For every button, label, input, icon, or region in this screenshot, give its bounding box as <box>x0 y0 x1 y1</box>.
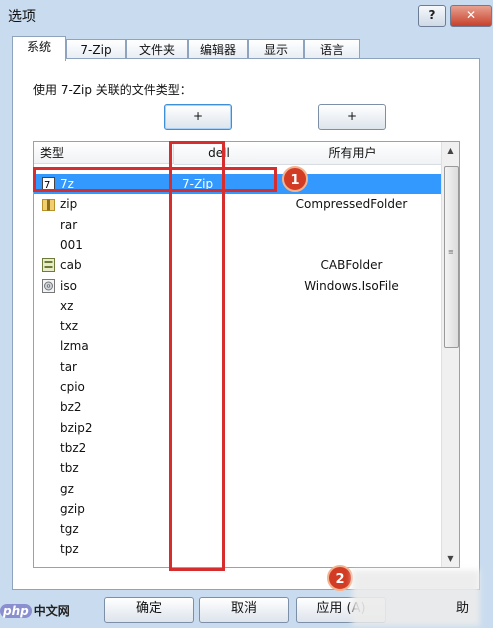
list-item-tbz[interactable]: tbz <box>34 458 441 478</box>
list-item-rar[interactable]: rar <box>34 215 441 235</box>
column-header-dell[interactable]: dell <box>174 142 265 165</box>
cell-dell: 7-Zip <box>182 177 214 191</box>
cell-type: bz2 <box>60 400 82 415</box>
ok-button[interactable]: 确定 <box>104 597 194 623</box>
scroll-up-icon[interactable]: ▲ <box>442 142 459 159</box>
column-header-type[interactable]: 类型 <box>34 142 174 164</box>
watermark-cn: 中文网 <box>33 604 70 618</box>
cell-type: txz <box>60 319 79 334</box>
cell-type: zip <box>60 197 78 212</box>
help-button[interactable]: 助 <box>392 597 480 621</box>
list-item-tar[interactable]: tar <box>34 357 441 377</box>
cell-type: tgz <box>60 522 79 537</box>
list-item-001[interactable]: 001 <box>34 235 441 255</box>
list-item-txz[interactable]: txz <box>34 316 441 336</box>
list-item-cpio[interactable]: cpio <box>34 377 441 397</box>
list-item-tgz[interactable]: tgz <box>34 519 441 539</box>
help-title-button[interactable]: ? <box>418 5 446 27</box>
add-user-assoc-button[interactable]: + <box>164 104 232 130</box>
column-header-all-users[interactable]: 所有用户 <box>264 142 442 165</box>
cell-type: tbz2 <box>60 440 87 455</box>
options-dialog: 选项 ? ✕ 系统 7-Zip 文件夹 编辑器 显示 语言 使用 7-Zip 关… <box>0 0 493 628</box>
cell-type: cpio <box>60 380 85 394</box>
annotation-badge-1: 1 <box>282 166 308 192</box>
file-type-list[interactable]: 类型 dell 所有用户 7 7z 7-Zip zip CompressedFolder… <box>33 141 460 568</box>
list-item-gzip[interactable]: gzip <box>34 499 441 519</box>
add-all-users-assoc-button[interactable]: + <box>318 104 386 130</box>
cell-type: lzma <box>60 339 89 354</box>
cell-type: 7z <box>60 177 74 191</box>
list-item-xz[interactable]: xz <box>34 296 441 316</box>
title-bar: 选项 ? ✕ <box>0 0 493 30</box>
list-item-tbz2[interactable]: tbz2 <box>34 438 441 458</box>
assoc-label: 使用 7-Zip 关联的文件类型： <box>33 83 192 97</box>
svg-text:7: 7 <box>44 180 50 191</box>
watermark: php 中文网 <box>0 602 70 619</box>
vertical-scrollbar[interactable]: ▲ ≡ ▼ <box>441 142 459 567</box>
scroll-down-icon[interactable]: ▼ <box>442 550 459 567</box>
cell-type: cab <box>60 258 82 273</box>
window-title: 选项 <box>8 9 36 25</box>
cell-all-users: CompressedFolder <box>295 197 408 212</box>
cell-type: 001 <box>60 237 83 252</box>
cell-type: tbz <box>60 461 79 476</box>
cell-type: xz <box>60 298 74 313</box>
list-item-cab[interactable]: cab CABFolder <box>34 255 441 275</box>
cell-type: tar <box>60 359 77 374</box>
watermark-php: php <box>0 604 32 618</box>
list-item-lzma[interactable]: lzma <box>34 336 441 356</box>
cell-type: iso <box>60 278 77 293</box>
cell-type: tpz <box>60 542 79 557</box>
cancel-button[interactable]: 取消 <box>199 597 289 623</box>
list-item-bzip2[interactable]: bzip2 <box>34 418 441 438</box>
cell-type: bzip2 <box>60 420 93 435</box>
list-item-zip[interactable]: zip CompressedFolder <box>34 194 441 214</box>
annotation-badge-2: 2 <box>327 565 353 591</box>
list-item-iso[interactable]: iso Windows.IsoFile <box>34 276 441 296</box>
cell-type: gz <box>60 481 74 496</box>
cell-type: gzip <box>60 501 85 516</box>
cell-type: rar <box>60 217 78 232</box>
cell-all-users: Windows.IsoFile <box>304 278 399 293</box>
list-item-bz2[interactable]: bz2 <box>34 397 441 417</box>
list-item-tpz[interactable]: tpz <box>34 539 441 559</box>
scrollbar-thumb[interactable]: ≡ <box>444 166 459 348</box>
close-button[interactable]: ✕ <box>450 5 492 27</box>
cell-all-users: CABFolder <box>320 258 383 273</box>
list-item-gz[interactable]: gz <box>34 479 441 499</box>
list-item-7z[interactable]: 7 7z 7-Zip <box>34 174 441 194</box>
tab-system[interactable]: 系统 <box>12 36 66 61</box>
grip-icon: ≡ <box>448 248 454 256</box>
